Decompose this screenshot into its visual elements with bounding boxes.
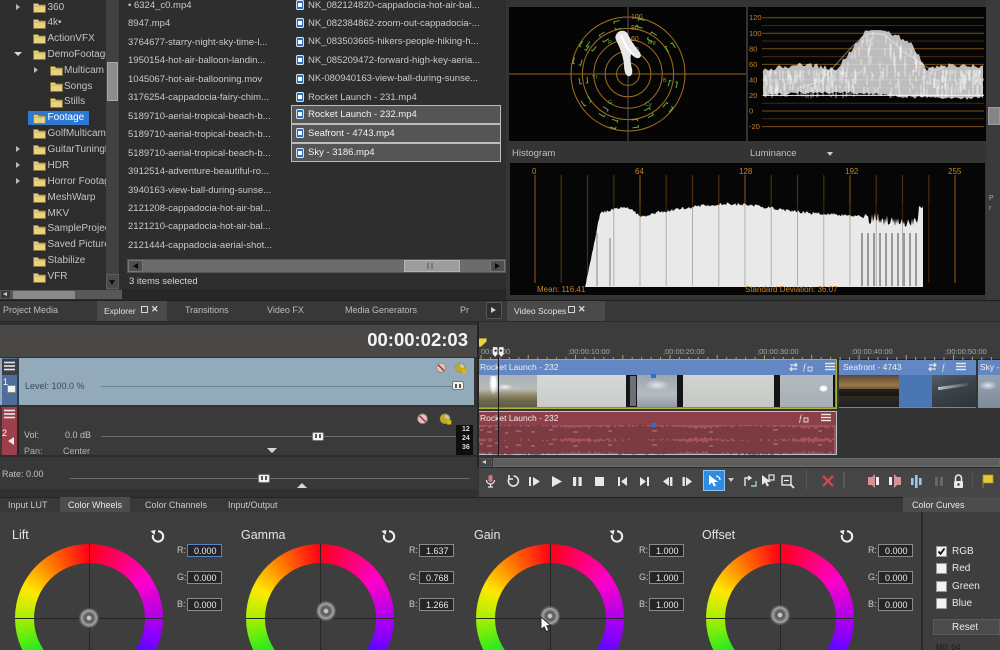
svg-text:Standard Deviation: 36.07: Standard Deviation: 36.07 bbox=[745, 285, 838, 294]
svg-text:Mg: Mg bbox=[648, 40, 656, 46]
svg-text:0: 0 bbox=[532, 167, 537, 176]
svg-text:-20: -20 bbox=[749, 122, 760, 131]
svg-text:Mean: 116.41: Mean: 116.41 bbox=[537, 285, 586, 294]
svg-text:0: 0 bbox=[749, 107, 753, 116]
svg-text:Cy: Cy bbox=[645, 102, 652, 108]
svg-text:80: 80 bbox=[631, 25, 639, 32]
svg-text:60: 60 bbox=[749, 60, 757, 69]
svg-text:255: 255 bbox=[948, 167, 962, 176]
svg-text:B: B bbox=[663, 78, 667, 84]
svg-text:128: 128 bbox=[739, 167, 753, 176]
svg-text:R: R bbox=[608, 40, 612, 46]
svg-text:80: 80 bbox=[749, 44, 757, 53]
svg-text:20: 20 bbox=[749, 91, 757, 100]
svg-text:192: 192 bbox=[845, 167, 859, 176]
svg-text:f: f bbox=[803, 363, 807, 373]
svg-text:100: 100 bbox=[749, 29, 762, 38]
svg-text:Yl: Yl bbox=[592, 75, 597, 81]
svg-text:40: 40 bbox=[749, 75, 757, 84]
svg-text:64: 64 bbox=[635, 167, 644, 176]
svg-text:G: G bbox=[608, 100, 612, 106]
svg-text:f: f bbox=[942, 363, 946, 373]
svg-text:120: 120 bbox=[749, 13, 762, 22]
